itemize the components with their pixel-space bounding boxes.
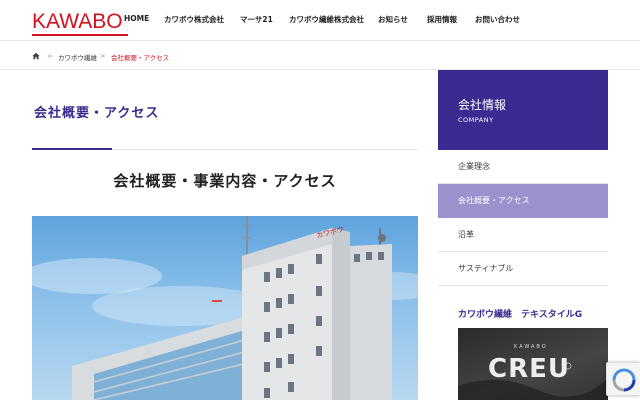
- nav-contact[interactable]: お問い合わせ: [475, 14, 520, 25]
- title-divider-accent: [32, 148, 112, 150]
- nav-marsa21[interactable]: マーサ21: [240, 14, 273, 25]
- page-title-area: 会社概要・アクセス: [32, 70, 418, 150]
- breadcrumb-separator: >: [100, 52, 106, 60]
- recaptcha-icon: [612, 368, 636, 392]
- sidebar-header: 会社情報 COMPANY: [438, 70, 608, 150]
- page-title: 会社概要・アクセス: [34, 106, 160, 121]
- sidebar-item-philosophy[interactable]: 企業理念: [438, 150, 608, 184]
- sidebar-item-history[interactable]: 沿革: [438, 218, 608, 252]
- recaptcha-badge[interactable]: [606, 362, 640, 396]
- creu-banner[interactable]: KAWABO CREU: [458, 328, 608, 400]
- banner-big-text: CREU: [488, 354, 570, 384]
- breadcrumb-item-fiber[interactable]: カワボウ繊維: [58, 52, 97, 62]
- nav-home[interactable]: HOME: [124, 14, 149, 23]
- breadcrumb: > カワボウ繊維 > 会社概要・アクセス: [0, 40, 640, 70]
- banner-title: カワボウ繊維 テキスタイルG: [458, 310, 583, 320]
- breadcrumb-item-current: 会社概要・アクセス: [111, 54, 170, 62]
- sidebar-title: 会社情報: [458, 98, 507, 112]
- home-icon[interactable]: [32, 52, 40, 60]
- nav-kawabo-co[interactable]: カワボウ株式会社: [164, 14, 224, 25]
- sidebar-item-company-access[interactable]: 会社概要・アクセス: [438, 184, 608, 218]
- banner-small-text: KAWABO: [514, 344, 548, 350]
- sidebar-item-sustainable[interactable]: サスティナブル: [438, 252, 608, 286]
- building-photo: カワボウ: [32, 216, 418, 400]
- building-illustration: カワボウ: [32, 216, 418, 400]
- kawabo-logo[interactable]: KAWABO: [32, 10, 128, 36]
- breadcrumb-separator: >: [47, 52, 53, 60]
- nav-news[interactable]: お知らせ: [378, 14, 408, 25]
- site-header: KAWABO HOME カワボウ株式会社 マーサ21 カワボウ繊維株式会社 お知…: [0, 0, 640, 40]
- sidebar-subtitle: COMPANY: [458, 116, 494, 124]
- section-heading: 会社概要・事業内容・アクセス: [113, 172, 337, 190]
- nav-kawabo-fiber[interactable]: カワボウ繊維株式会社: [289, 14, 364, 25]
- logo-text: KAWABO: [32, 10, 123, 33]
- nav-recruit[interactable]: 採用情報: [427, 14, 457, 25]
- logo-underline: [32, 34, 128, 36]
